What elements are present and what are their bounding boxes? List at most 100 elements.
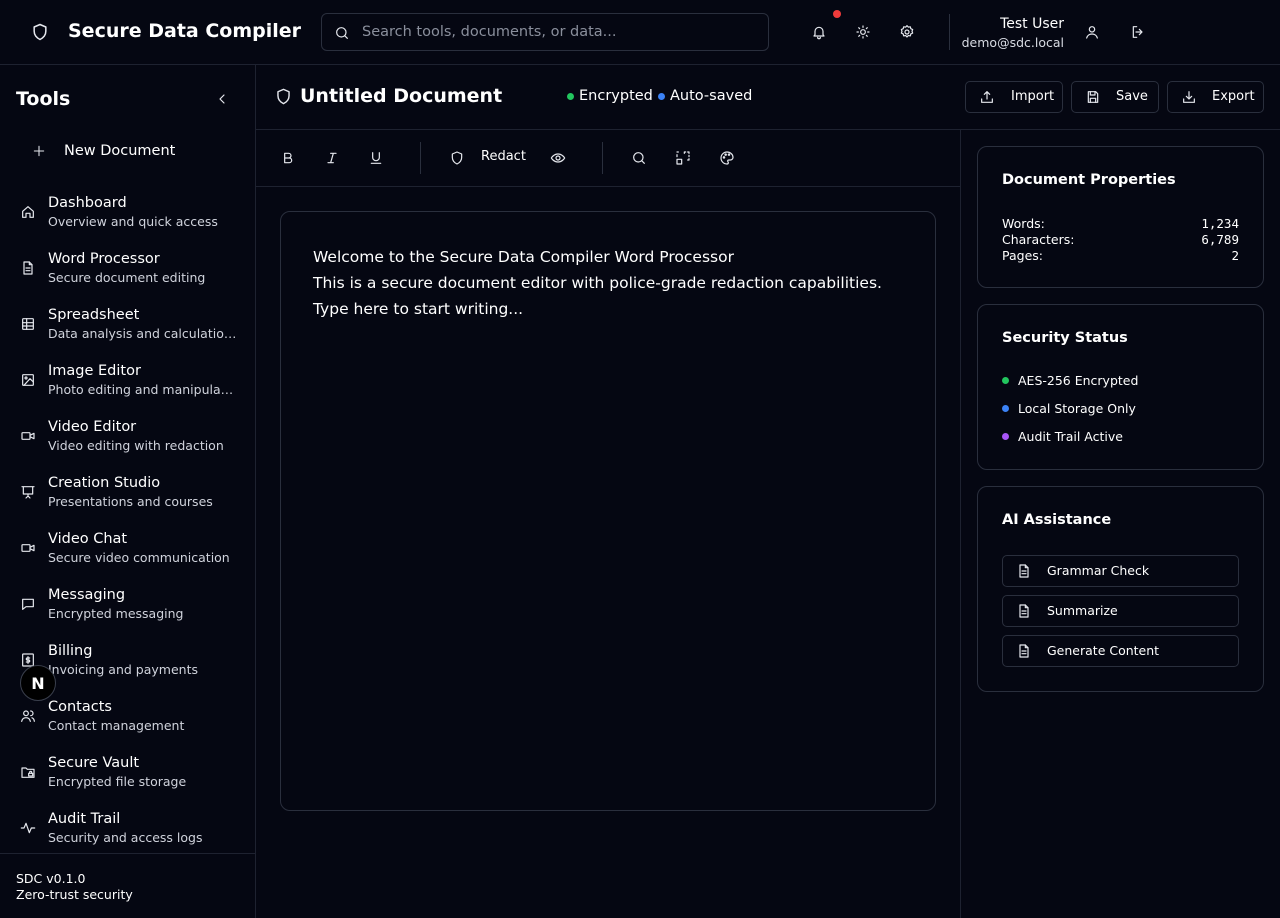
summarize-button[interactable]: Summarize <box>1002 595 1239 627</box>
folder-lock-icon <box>20 764 36 780</box>
gear-icon[interactable] <box>899 24 915 40</box>
security-item: Audit Trail Active <box>1002 429 1123 444</box>
eye-icon[interactable] <box>550 150 566 166</box>
import-button[interactable]: Import <box>965 81 1063 113</box>
sidebar-item-label: Creation Studio <box>48 475 161 491</box>
plus-icon <box>33 145 45 157</box>
sidebar-item-label: Dashboard <box>48 195 127 211</box>
save-button[interactable]: Save <box>1071 81 1159 113</box>
grammar-check-button[interactable]: Grammar Check <box>1002 555 1239 587</box>
sidebar-item-desc: Photo editing and manipulation <box>48 382 238 397</box>
shield-icon[interactable] <box>449 150 465 166</box>
notification-badge <box>833 10 841 18</box>
activity-icon <box>20 820 36 836</box>
scan-icon[interactable] <box>675 150 691 166</box>
status-dot <box>1002 433 1009 440</box>
document-title[interactable]: Untitled Document <box>300 85 502 107</box>
editor-line: This is a secure document editor with po… <box>313 274 882 292</box>
table-icon <box>20 316 36 332</box>
document-editor[interactable]: Welcome to the Secure Data Compiler Word… <box>280 211 936 811</box>
sidebar-item-messaging[interactable]: Messaging Encrypted messaging <box>0 585 255 635</box>
status-autosaved: Auto-saved <box>658 88 752 104</box>
sidebar-item-image-editor[interactable]: Image Editor Photo editing and manipulat… <box>0 361 255 411</box>
security-status-card: Security Status AES-256 Encrypted Local … <box>977 304 1264 470</box>
palette-icon[interactable] <box>719 150 735 166</box>
property-characters: Characters: 6,789 <box>1002 232 1239 247</box>
dev-tools-badge[interactable]: N <box>20 665 56 701</box>
divider <box>949 14 950 50</box>
status-encrypted-label: Encrypted <box>579 88 653 104</box>
property-label: Words: <box>1002 216 1045 231</box>
top-bar: Secure Data Compiler Test User demo@sdc.… <box>0 0 1280 65</box>
search-icon[interactable] <box>631 150 647 166</box>
sidebar-item-contacts[interactable]: Contacts Contact management <box>0 697 255 747</box>
sidebar-item-word-processor[interactable]: Word Processor Secure document editing <box>0 249 255 299</box>
sidebar-item-desc: Encrypted file storage <box>48 774 187 789</box>
sidebar-title: Tools <box>16 88 71 110</box>
sidebar-item-desc: Invoicing and payments <box>48 662 198 677</box>
chevron-left-icon[interactable] <box>214 91 230 107</box>
generate-content-button[interactable]: Generate Content <box>1002 635 1239 667</box>
users-icon <box>20 708 36 724</box>
presentation-icon <box>20 484 36 500</box>
underline-icon[interactable] <box>368 150 384 166</box>
sidebar-item-video-chat[interactable]: Video Chat Secure video communication <box>0 529 255 579</box>
document-header: Untitled Document Encrypted Auto-saved I… <box>256 65 1280 130</box>
user-icon[interactable] <box>1084 24 1100 40</box>
redact-button[interactable]: Redact <box>481 149 526 164</box>
sidebar-item-label: Video Chat <box>48 531 128 547</box>
editor-line: Type here to start writing... <box>313 300 524 318</box>
logout-icon[interactable] <box>1130 24 1146 40</box>
file-text-icon <box>1019 564 1029 578</box>
export-button[interactable]: Export <box>1167 81 1264 113</box>
download-icon <box>1183 91 1195 103</box>
export-label: Export <box>1212 89 1255 104</box>
sun-icon[interactable] <box>855 24 871 40</box>
sidebar-item-label: Video Editor <box>48 419 137 435</box>
file-text-icon <box>1019 604 1029 618</box>
property-words: Words: 1,234 <box>1002 216 1239 231</box>
sidebar-footer: SDC v0.1.0 Zero-trust security <box>0 853 255 918</box>
italic-icon[interactable] <box>324 150 340 166</box>
property-value: 6,789 <box>1201 232 1239 247</box>
status-autosaved-label: Auto-saved <box>670 88 753 104</box>
security-item: AES-256 Encrypted <box>1002 373 1138 388</box>
save-label: Save <box>1116 89 1148 104</box>
save-icon <box>1087 91 1099 103</box>
status-dot <box>658 92 665 100</box>
button-label: Summarize <box>1047 603 1118 618</box>
message-icon <box>20 596 36 612</box>
card-title: Document Properties <box>1002 172 1176 188</box>
property-label: Characters: <box>1002 232 1075 247</box>
sidebar-item-spreadsheet[interactable]: Spreadsheet Data analysis and calculatio… <box>0 305 255 355</box>
video-icon <box>20 428 36 444</box>
card-title: Security Status <box>1002 330 1128 346</box>
bell-icon[interactable] <box>811 24 827 40</box>
property-label: Pages: <box>1002 248 1043 263</box>
ai-assistance-card: AI Assistance Grammar Check Summarize Ge… <box>977 486 1264 692</box>
search-input[interactable] <box>362 14 762 50</box>
search-box[interactable] <box>321 13 769 51</box>
status-dot <box>567 92 574 100</box>
tagline: Zero-trust security <box>16 887 133 902</box>
security-item-label: AES-256 Encrypted <box>1018 373 1139 388</box>
sidebar-item-dashboard[interactable]: Dashboard Overview and quick access <box>0 193 255 243</box>
sidebar-item-label: Secure Vault <box>48 755 140 771</box>
formatting-toolbar: Redact <box>256 130 960 187</box>
security-item: Local Storage Only <box>1002 401 1136 416</box>
property-value: 1,234 <box>1201 216 1239 231</box>
status-dot <box>1002 377 1009 384</box>
sidebar-item-desc: Data analysis and calculations <box>48 326 238 341</box>
app-title: Secure Data Compiler <box>68 20 302 42</box>
sidebar-item-desc: Video editing with redaction <box>48 438 224 453</box>
bold-icon[interactable] <box>280 150 296 166</box>
sidebar-item-label: Audit Trail <box>48 811 121 827</box>
new-document-button[interactable]: New Document <box>32 143 175 159</box>
sidebar-item-audit-trail[interactable]: Audit Trail Security and access logs <box>0 809 255 859</box>
sidebar-item-video-editor[interactable]: Video Editor Video editing with redactio… <box>0 417 255 467</box>
sidebar-item-label: Billing <box>48 643 93 659</box>
security-item-label: Local Storage Only <box>1018 401 1136 416</box>
sidebar-item-secure-vault[interactable]: Secure Vault Encrypted file storage <box>0 753 255 803</box>
sidebar-item-desc: Encrypted messaging <box>48 606 184 621</box>
sidebar-item-creation-studio[interactable]: Creation Studio Presentations and course… <box>0 473 255 523</box>
